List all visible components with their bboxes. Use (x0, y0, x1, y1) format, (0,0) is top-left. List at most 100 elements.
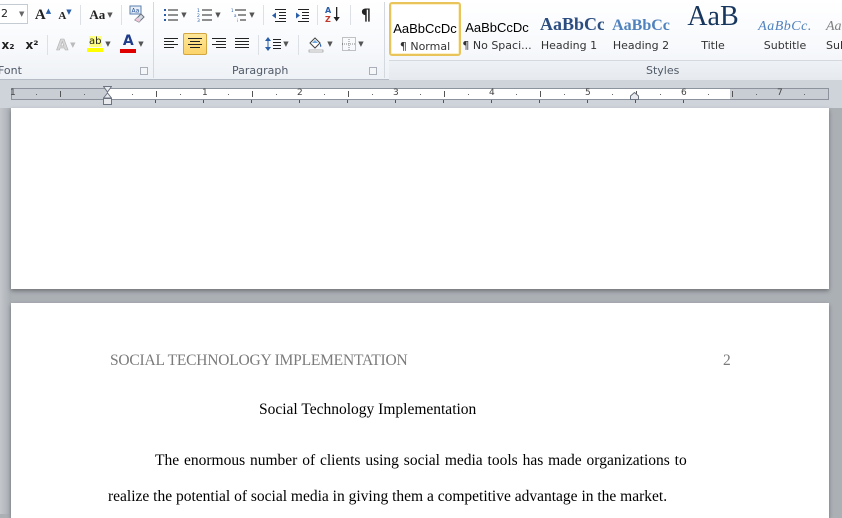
tab-stop-tick (491, 100, 492, 103)
right-indent-marker[interactable] (630, 92, 639, 100)
font-size-dropdown-icon[interactable]: ▼ (19, 10, 24, 18)
tab-stop-tick (251, 100, 252, 103)
numbering-button[interactable]: 1 2 3 ▼ (194, 4, 224, 26)
align-right-button[interactable] (207, 33, 231, 55)
horizontal-ruler[interactable]: 1 1 2 3 4 5 6 7 (10, 88, 829, 100)
multilevel-list-icon: 1 a i (231, 8, 247, 22)
style-preview: AaBbCc (612, 17, 670, 34)
ruler-tick (732, 91, 733, 97)
style-preview: AaB (687, 3, 739, 32)
show-formatting-button[interactable]: ¶ (355, 3, 377, 25)
change-case-icon: Aa (89, 7, 106, 22)
style-name: Heading 1 (540, 39, 598, 52)
styles-group-label: Styles (646, 64, 680, 77)
svg-text:Aa: Aa (132, 8, 140, 15)
tab-stop-tick (395, 100, 396, 103)
align-center-button[interactable] (183, 33, 207, 55)
numbering-icon: 1 2 3 (197, 8, 213, 22)
tab-stop-tick (155, 100, 156, 103)
text-effects-button[interactable]: A ▼ (53, 34, 79, 56)
ruler-tick (444, 91, 445, 97)
svg-text:A: A (325, 6, 332, 15)
text-effects-icon: A (56, 36, 69, 55)
sort-icon: A Z (325, 6, 340, 23)
chevron-down-icon: ▼ (107, 11, 113, 19)
first-line-indent-marker[interactable] (103, 86, 112, 105)
page-1[interactable] (11, 108, 829, 289)
style-normal[interactable]: AaBbCcDc ¶ Normal (389, 2, 461, 56)
style-subtitle[interactable]: AaBbCc. Subtitle (749, 2, 821, 56)
superscript-button[interactable]: x² (22, 34, 42, 56)
increase-indent-button[interactable] (291, 4, 313, 26)
style-preview: Aa (826, 19, 842, 34)
tab-stop-tick (299, 100, 300, 103)
ruler-tick (516, 94, 517, 95)
align-left-button[interactable] (159, 33, 183, 55)
line-spacing-button[interactable]: ▼ (262, 33, 292, 55)
style-preview: AaBbCc (540, 14, 604, 34)
font-color-bar (120, 49, 137, 53)
shading-button[interactable]: ▼ (304, 33, 336, 55)
bullets-button[interactable]: ▼ (160, 4, 190, 26)
borders-button[interactable]: ▼ (338, 33, 368, 55)
separator (121, 5, 122, 25)
ruler-tick (612, 94, 613, 95)
chevron-down-icon: ▼ (138, 40, 144, 48)
ruler-number: 3 (393, 88, 399, 98)
paragraph-line[interactable]: The enormous number of clients using soc… (155, 452, 687, 470)
style-heading-2[interactable]: AaBbCc Heading 2 (605, 2, 677, 56)
tab-stop-tick (539, 100, 540, 103)
chevron-down-icon: ▼ (105, 40, 111, 48)
highlight-button[interactable]: ab ▼ (84, 33, 114, 55)
ruler-tick (180, 94, 181, 95)
align-left-icon (164, 38, 178, 48)
ruler-tick (804, 94, 805, 95)
align-center-icon (188, 38, 202, 48)
subscript-button[interactable]: x₂ (0, 34, 18, 56)
running-header[interactable]: SOCIAL TECHNOLOGY IMPLEMENTATION (110, 352, 408, 370)
tab-stop-tick (683, 100, 684, 103)
font-color-glyph: A (122, 33, 134, 49)
separator (317, 5, 318, 25)
change-case-button[interactable]: Aa ▼ (86, 4, 116, 26)
decrease-indent-button[interactable] (268, 4, 290, 26)
paragraph-dialog-launcher[interactable] (369, 67, 377, 75)
ruler-number: 1 (10, 88, 16, 98)
chevron-down-icon: ▼ (70, 41, 76, 49)
sort-button[interactable]: A Z (322, 3, 344, 25)
document-title[interactable]: Social Technology Implementation (259, 401, 476, 419)
page-2[interactable]: SOCIAL TECHNOLOGY IMPLEMENTATION 2 Socia… (11, 303, 829, 518)
style-no-spacing[interactable]: AaBbCcDc ¶ No Spaci... (461, 2, 533, 56)
superscript-icon: x² (25, 38, 39, 52)
clear-formatting-button[interactable]: Aa (126, 3, 148, 25)
ruler-tick (252, 91, 253, 97)
style-title[interactable]: AaB Title (677, 2, 749, 56)
increase-indent-icon (296, 9, 309, 22)
clear-formatting-icon: Aa (129, 5, 145, 23)
ruler-tick (84, 94, 85, 95)
paragraph-line[interactable]: realize the potential of social media in… (108, 488, 667, 506)
separator (263, 5, 264, 25)
align-right-icon (212, 38, 226, 48)
multilevel-list-button[interactable]: 1 a i ▼ (229, 4, 257, 26)
justify-button[interactable] (230, 33, 254, 55)
font-dialog-launcher[interactable] (140, 67, 148, 75)
grow-font-icon: A (34, 6, 46, 23)
style-subtle-emphasis[interactable]: Aa Sub (821, 2, 842, 56)
ruler-tick (276, 94, 277, 95)
ruler-tick (468, 94, 469, 95)
tab-stop-tick (347, 100, 348, 103)
style-heading-1[interactable]: AaBbCc Heading 1 (533, 2, 605, 56)
shrink-font-icon: A (58, 10, 67, 22)
style-preview: AaBbCcDc (465, 20, 529, 35)
svg-text:i: i (237, 18, 238, 22)
highlight-glyph: ab (89, 36, 102, 47)
separator (47, 35, 48, 55)
ruler-number: 7 (777, 88, 783, 98)
font-color-button[interactable]: A ▼ (117, 33, 147, 55)
shrink-font-button[interactable]: A ▼ (56, 5, 74, 27)
ruler-tick (348, 91, 349, 97)
paragraph-group-label: Paragraph (232, 64, 289, 77)
vertical-ruler-strip (0, 108, 11, 514)
grow-font-button[interactable]: A ▲ (33, 4, 53, 26)
